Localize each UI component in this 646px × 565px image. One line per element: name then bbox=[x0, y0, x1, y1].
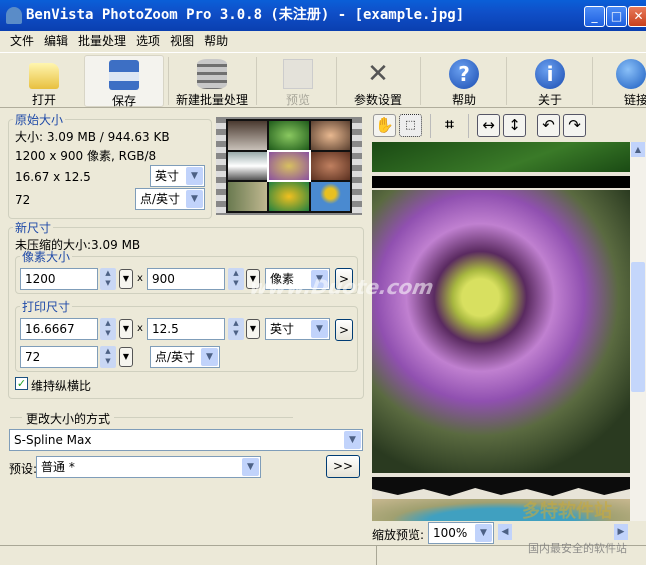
about-button[interactable]: i 关于 bbox=[512, 55, 588, 107]
resolution-spinner[interactable]: ▲ ▼ bbox=[100, 346, 116, 368]
keep-ratio-checkbox[interactable]: ✓ bbox=[15, 377, 28, 390]
menu-edit[interactable]: 编辑 bbox=[44, 34, 68, 48]
close-button[interactable]: ✕ bbox=[628, 6, 646, 27]
menu-batch[interactable]: 批量处理 bbox=[78, 34, 126, 48]
menu-file[interactable]: 文件 bbox=[10, 34, 34, 48]
scroll-up-button[interactable]: ▲ bbox=[631, 142, 645, 157]
file-size: 大小: 3.09 MB / 944.63 KB bbox=[15, 130, 170, 144]
database-batch-icon bbox=[197, 59, 227, 89]
scroll-thumb[interactable] bbox=[631, 262, 645, 392]
pixel-width-input[interactable]: 1200 bbox=[20, 268, 98, 290]
pixel-height-input[interactable]: 900 bbox=[147, 268, 225, 290]
rotate-left-icon[interactable]: ↶ bbox=[537, 114, 560, 137]
floppy-save-icon bbox=[109, 60, 139, 90]
settings-button[interactable]: ✕ 参数设置 bbox=[340, 55, 416, 107]
preset-select[interactable]: 普通 * ▼ bbox=[36, 456, 261, 478]
resize-method-legend: 更改大小的方式 bbox=[22, 410, 115, 427]
help-button[interactable]: ? 帮助 bbox=[426, 55, 502, 107]
chevron-down-icon: ▼ bbox=[186, 167, 203, 185]
save-button[interactable]: 保存 bbox=[84, 55, 164, 108]
toolbar: 打开 保存 新建批量处理 预览 ✕ 参数设置 ? 帮助 i 关于 链接 bbox=[0, 52, 646, 108]
minimize-button[interactable]: _ bbox=[584, 6, 605, 27]
vertical-scrollbar[interactable]: ▲ bbox=[630, 142, 646, 521]
scroll-right-button[interactable]: ▶ bbox=[614, 524, 628, 540]
link-button[interactable]: 链接 bbox=[608, 55, 646, 107]
chevron-down-icon: ▼ bbox=[242, 458, 259, 476]
chevron-down-icon: ▼ bbox=[186, 190, 203, 208]
tools-settings-icon: ✕ bbox=[367, 59, 389, 89]
fit-height-icon[interactable]: ↕ bbox=[503, 114, 526, 137]
help-question-icon: ? bbox=[449, 59, 479, 89]
preset-more-button[interactable]: >> bbox=[326, 455, 360, 478]
select-icon[interactable]: ⬚ bbox=[399, 114, 422, 137]
zoom-label: 缩放预览: bbox=[372, 528, 425, 542]
pixel-width-spinner[interactable]: ▲ ▼ bbox=[100, 268, 116, 290]
print-width-input[interactable]: 16.6667 bbox=[20, 318, 98, 340]
pixel-dims: 1200 x 900 像素, RGB/8 bbox=[15, 149, 157, 163]
new-size-legend: 新尺寸 bbox=[15, 221, 52, 235]
preset-label: 预设: bbox=[9, 462, 38, 476]
navigator-viewport[interactable] bbox=[267, 149, 311, 183]
open-button[interactable]: 打开 bbox=[8, 55, 80, 107]
print-height-input[interactable]: 12.5 bbox=[147, 318, 225, 340]
scroll-left-button[interactable]: ◀ bbox=[498, 524, 512, 540]
print-more-button[interactable]: > bbox=[335, 319, 353, 341]
chevron-down-icon: ▼ bbox=[344, 431, 361, 449]
print-dims: 16.67 x 12.5 bbox=[15, 170, 91, 184]
print-width-spinner[interactable]: ▲ ▼ bbox=[100, 318, 116, 340]
print-height-spinner[interactable]: ▲ ▼ bbox=[228, 318, 244, 340]
resize-method-select[interactable]: S-Spline Max ▼ bbox=[9, 429, 363, 451]
fit-width-icon[interactable]: ↔ bbox=[477, 114, 500, 137]
print-unit-select[interactable]: 英寸 ▼ bbox=[265, 318, 330, 340]
maximize-button[interactable]: □ bbox=[606, 6, 627, 27]
chevron-down-icon: ▼ bbox=[475, 524, 492, 542]
info-icon: i bbox=[535, 59, 565, 89]
chevron-down-icon: ▼ bbox=[311, 320, 328, 338]
print-width-menu-button[interactable]: ▼ bbox=[119, 319, 133, 339]
pixel-height-spinner[interactable]: ▲ ▼ bbox=[228, 268, 244, 290]
menu-help[interactable]: 帮助 bbox=[204, 34, 228, 48]
app-icon bbox=[6, 7, 22, 24]
new-batch-button[interactable]: 新建批量处理 bbox=[170, 55, 254, 107]
rotate-right-icon[interactable]: ↷ bbox=[563, 114, 586, 137]
menu-bar: 文件 编辑 批量处理 选项 视图 帮助 bbox=[0, 31, 646, 52]
original-size-legend: 原始大小 bbox=[15, 113, 64, 127]
chevron-down-icon: ▼ bbox=[201, 348, 218, 366]
resolution-menu-button[interactable]: ▼ bbox=[119, 347, 133, 367]
folder-open-icon bbox=[29, 63, 59, 89]
resolution-input[interactable]: 72 bbox=[20, 346, 98, 368]
keep-ratio-label: 维持纵横比 bbox=[31, 379, 92, 393]
original-print-unit-select[interactable]: 英寸 ▼ bbox=[150, 165, 205, 187]
watermark-slogan: 国内最安全的软件站 bbox=[528, 542, 627, 555]
watermark-url: www.Duote.com bbox=[247, 275, 436, 299]
navigator-thumbnail[interactable] bbox=[226, 119, 352, 213]
pixel-width-menu-button[interactable]: ▼ bbox=[119, 269, 133, 289]
resolution-unit-select[interactable]: 点/英寸 ▼ bbox=[150, 346, 220, 368]
globe-link-icon bbox=[616, 59, 646, 89]
menu-view[interactable]: 视图 bbox=[170, 34, 194, 48]
title-bar: BenVista PhotoZoom Pro 3.0.8 (未注册) - [ex… bbox=[0, 0, 646, 31]
original-resolution: 72 bbox=[15, 193, 31, 207]
watermark-text: 多特软件站 bbox=[522, 501, 612, 521]
zoom-select[interactable]: 100% ▼ bbox=[428, 522, 494, 544]
preview-button[interactable]: 预览 bbox=[262, 55, 334, 107]
hand-icon[interactable]: ✋ bbox=[373, 114, 396, 137]
image-preview[interactable]: 多特软件站 bbox=[372, 142, 630, 521]
original-res-unit-select[interactable]: 点/英寸 ▼ bbox=[135, 188, 205, 210]
window-title: BenVista PhotoZoom Pro 3.0.8 (未注册) - [ex… bbox=[26, 7, 465, 23]
print-height-menu-button[interactable]: ▼ bbox=[246, 319, 260, 339]
menu-options[interactable]: 选项 bbox=[136, 34, 160, 48]
crop-icon[interactable]: ⌗ bbox=[438, 114, 461, 137]
preview-image-icon bbox=[283, 59, 313, 89]
